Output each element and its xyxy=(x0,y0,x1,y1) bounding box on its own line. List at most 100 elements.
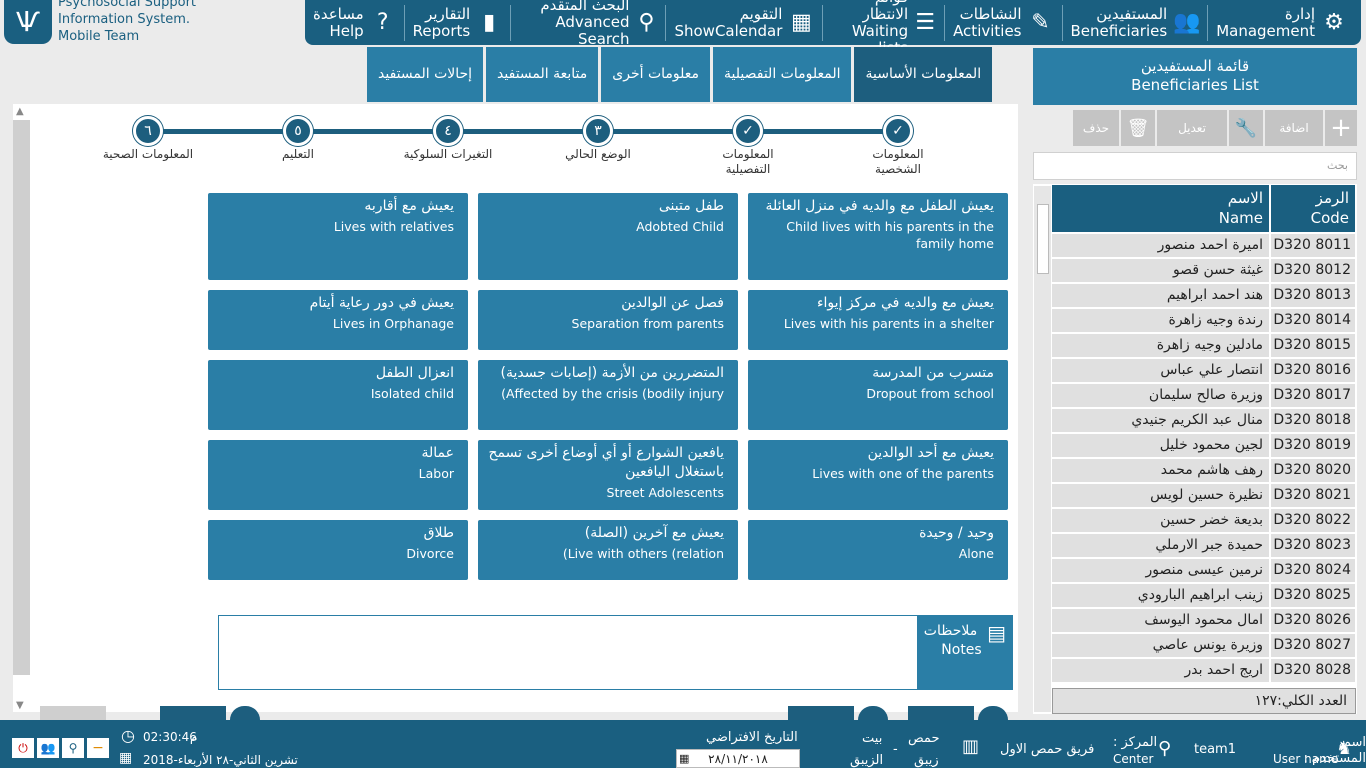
row-code: D320 8013 xyxy=(1271,284,1355,307)
delete-button[interactable]: حذف xyxy=(1073,110,1119,146)
clock-time: 02:30:46 xyxy=(143,730,197,744)
nav-item-activities[interactable]: ✎ النشاطات Activities xyxy=(944,4,1061,41)
table-row[interactable]: نرمين عيسى منصور D320 8024 xyxy=(1052,559,1356,582)
status-option-3-2[interactable]: عمالة Labor xyxy=(208,440,468,510)
group-icon[interactable]: 👥 xyxy=(37,738,59,758)
row-code: D320 8017 xyxy=(1271,384,1355,407)
table-row[interactable]: وزيرة صالح سليمان D320 8017 xyxy=(1052,384,1356,407)
table-row[interactable]: امال محمود اليوسف D320 8026 xyxy=(1052,609,1356,632)
status-option-2-2[interactable]: انعزال الطفل Isolated child xyxy=(208,360,468,430)
status-option-0-1[interactable]: طفل متبنى Adobted Child xyxy=(478,193,738,280)
map-pin-icon[interactable]: ⚲ xyxy=(62,738,84,758)
username: team1 xyxy=(1194,742,1236,757)
row-code: D320 8026 xyxy=(1271,609,1355,632)
row-name: غيثة حسن قصو xyxy=(1052,259,1269,282)
date-picker-icon[interactable]: ▦ xyxy=(679,750,689,768)
beneficiaries-list-title: قائمة المستفيدين Beneficiaries List xyxy=(1033,48,1357,105)
row-name: نرمين عيسى منصور xyxy=(1052,559,1269,582)
building-icon: ▥ xyxy=(962,736,980,757)
step-4-marker[interactable]: ٤ xyxy=(433,116,463,146)
logo-text: Psychosocial Support Information System.… xyxy=(58,0,197,44)
step-2-marker[interactable]: ✓ xyxy=(733,116,763,146)
nav-item-management[interactable]: ⚙ إدارة Management xyxy=(1207,4,1355,41)
main-scrollbar[interactable] xyxy=(13,120,30,675)
status-option-3-0[interactable]: يعيش مع أحد الوالدين Lives with one of th… xyxy=(748,440,1008,510)
table-row[interactable]: رهف هاشم محمد D320 8020 xyxy=(1052,459,1356,482)
table-row[interactable]: رندة وجيه زاهرة D320 8014 xyxy=(1052,309,1356,332)
nav-item-waiting-lists[interactable]: ☰ قوائم الانتظارWaiting lists xyxy=(822,0,944,56)
nav-item-beneficiaries[interactable]: 👥 المستفيدين Beneficiaries xyxy=(1061,4,1208,41)
table-row[interactable]: انتصار علي عباس D320 8016 xyxy=(1052,359,1356,382)
minimize-icon[interactable]: − xyxy=(87,738,109,758)
tab-0[interactable]: المعلومات الأساسية xyxy=(854,47,993,102)
table-row[interactable]: منال عبد الكريم جنيدي D320 8018 xyxy=(1052,409,1356,432)
next-button[interactable] xyxy=(908,706,974,720)
table-row[interactable]: مادلين وجيه زاهرة D320 8015 xyxy=(1052,334,1356,357)
clock-icon: ◷ xyxy=(121,726,135,745)
add-button[interactable]: اضافة xyxy=(1265,110,1323,146)
table-row[interactable]: زينب ابراهيم البارودي D320 8025 xyxy=(1052,584,1356,607)
notes-field[interactable]: ▤ ملاحظات Notes xyxy=(218,615,1013,690)
row-name: حميدة جبر الارملي xyxy=(1052,534,1269,557)
back-button[interactable] xyxy=(160,706,226,720)
table-row[interactable]: غيثة حسن قصو D320 8012 xyxy=(1052,259,1356,282)
add-icon[interactable]: + xyxy=(1325,110,1357,146)
tab-4[interactable]: إحالات المستفيد xyxy=(367,47,484,102)
status-option-3-1[interactable]: يافعين الشوارع أو أي أوضاع أخرى تسمح باس… xyxy=(478,440,738,510)
row-code: D320 8011 xyxy=(1271,234,1355,257)
nav-item-reports[interactable]: ▮ التقارير Reports xyxy=(403,4,511,41)
edit-button[interactable]: تعديل xyxy=(1157,110,1227,146)
step-5-label: التعليم xyxy=(282,147,314,161)
help-icon: ? xyxy=(376,10,389,35)
gear-icon: ⚙ xyxy=(1324,10,1344,35)
step-3-marker[interactable]: ٣ xyxy=(583,116,613,146)
table-row[interactable]: اميرة احمد منصور D320 8011 xyxy=(1052,234,1356,257)
table-row[interactable]: نظيرة حسين لويس D320 8021 xyxy=(1052,484,1356,507)
col-code-header[interactable]: الرمز Code xyxy=(1271,185,1355,232)
list-scroll-thumb[interactable] xyxy=(1036,204,1049,274)
tab-1[interactable]: المعلومات التفصيلية xyxy=(713,47,852,102)
power-icon[interactable]: ⏻ xyxy=(12,738,34,758)
row-code: D320 8020 xyxy=(1271,459,1355,482)
status-option-4-0[interactable]: وحيد / وحيدة Alone xyxy=(748,520,1008,580)
step-1-marker[interactable]: ✓ xyxy=(883,116,913,146)
default-date-input[interactable]: ▦ ٢٨/١١/٢٠١٨ xyxy=(676,749,800,768)
row-code: D320 8028 xyxy=(1271,659,1355,682)
trash-icon[interactable]: 🗑 xyxy=(1121,110,1155,146)
status-option-4-2[interactable]: طلاق Divorce xyxy=(208,520,468,580)
scroll-up-icon[interactable]: ▲ xyxy=(16,106,24,117)
prev-button[interactable] xyxy=(40,706,106,720)
tab-2[interactable]: معلومات أخرى xyxy=(601,47,711,102)
step-3-label: الوضع الحالي xyxy=(565,147,631,161)
row-code: D320 8014 xyxy=(1271,309,1355,332)
status-option-1-1[interactable]: فصل عن الوالدين Separation from parents xyxy=(478,290,738,350)
tab-3[interactable]: متابعة المستفيد xyxy=(486,47,599,102)
center-label: المركز : xyxy=(1113,735,1158,750)
status-option-4-1[interactable]: يعيش مع آخرين (الصلة) (Live with others (… xyxy=(478,520,738,580)
table-row[interactable]: لجين محمود خليل D320 8019 xyxy=(1052,434,1356,457)
wrench-icon[interactable]: 🔧 xyxy=(1229,110,1263,146)
status-option-0-0[interactable]: يعيش الطفل مع والديه في منزل العائلة Chil… xyxy=(748,193,1008,280)
scroll-down-icon[interactable]: ▼ xyxy=(16,700,24,711)
status-option-0-2[interactable]: يعيش مع أقاربه Lives with relatives xyxy=(208,193,468,280)
city-2: زيبق xyxy=(914,753,939,768)
status-option-2-1[interactable]: المتضررين من الأزمة (إصابات جسدية) (Affec… xyxy=(478,360,738,430)
table-row[interactable]: هند احمد ابراهيم D320 8013 xyxy=(1052,284,1356,307)
table-row[interactable]: بديعة خضر حسين D320 8022 xyxy=(1052,509,1356,532)
nav-item-showcalendar[interactable]: ▦ التقويم ShowCalendar xyxy=(665,4,822,41)
table-row[interactable]: حميدة جبر الارملي D320 8023 xyxy=(1052,534,1356,557)
step-5-marker[interactable]: ٥ xyxy=(283,116,313,146)
table-row[interactable]: اريج احمد بدر D320 8028 xyxy=(1052,659,1356,682)
list-scrollbar[interactable] xyxy=(1034,186,1051,712)
separator: - xyxy=(893,742,898,757)
save-button[interactable] xyxy=(788,706,854,720)
nav-item-help[interactable]: ? مساعدة Help xyxy=(305,5,404,41)
status-option-1-0[interactable]: يعيش مع والديه في مركز إيواء Lives with h… xyxy=(748,290,1008,350)
status-option-1-2[interactable]: يعيش في دور رعاية أيتام Lives in Orphanag… xyxy=(208,290,468,350)
table-row[interactable]: وزيرة يونس عاصي D320 8027 xyxy=(1052,634,1356,657)
step-6-marker[interactable]: ٦ xyxy=(133,116,163,146)
status-option-2-0[interactable]: متسرب من المدرسة Dropout from school xyxy=(748,360,1008,430)
list-search-input[interactable]: بحث xyxy=(1033,152,1357,180)
nav-item-advanced-search[interactable]: ⚲ البحث المتقدم Advanced Search xyxy=(510,0,665,48)
col-name-header[interactable]: الاسم Name xyxy=(1052,185,1269,232)
